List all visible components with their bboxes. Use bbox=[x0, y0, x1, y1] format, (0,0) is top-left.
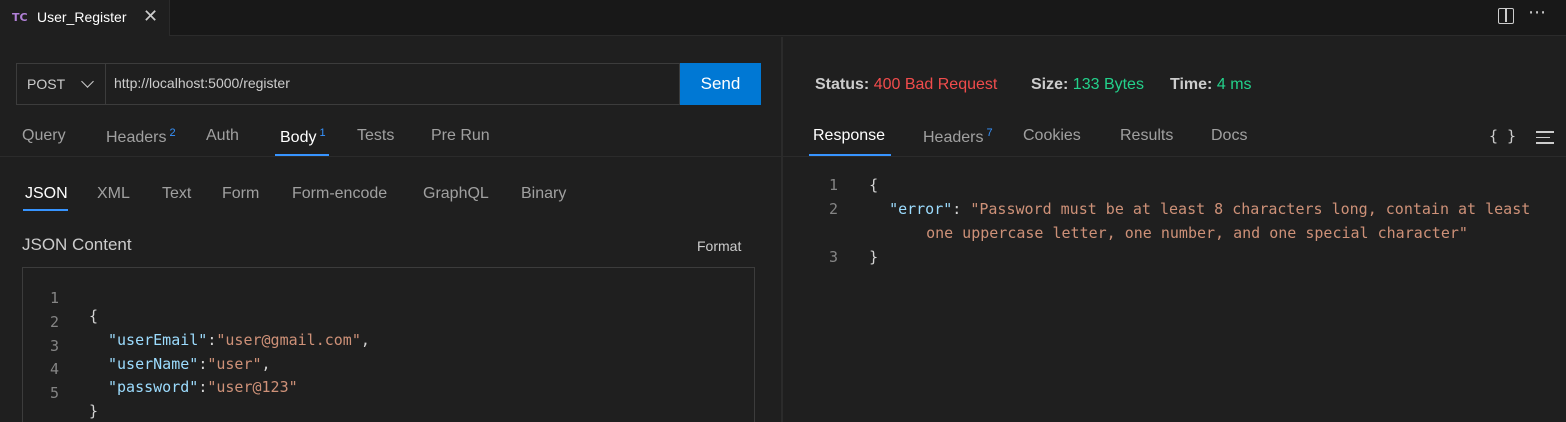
time-value: 4 ms bbox=[1216, 76, 1252, 93]
tab-cookies[interactable]: Cookies bbox=[1023, 127, 1081, 145]
close-icon[interactable]: ✕ bbox=[143, 6, 158, 27]
line-number: 2 bbox=[829, 200, 839, 218]
method-label: POST bbox=[27, 76, 66, 92]
body-count-badge: 1 bbox=[319, 127, 326, 139]
method-select[interactable]: POST bbox=[17, 64, 106, 104]
response-headers-count-badge: 7 bbox=[986, 127, 993, 139]
code-line: 3 "userName":"user", bbox=[23, 319, 753, 373]
tab-response-headers[interactable]: Headers 7 bbox=[923, 127, 993, 147]
response-tabs: Response Headers 7 Cookies Results Docs bbox=[783, 122, 1566, 157]
response-line: 1{ bbox=[800, 158, 878, 194]
editor-tab-bar: TC User_Register ✕ ⋯ bbox=[0, 0, 1566, 36]
active-tab-indicator bbox=[275, 154, 329, 156]
tab-user-register[interactable]: TC User_Register ✕ bbox=[0, 0, 170, 36]
tab-tests[interactable]: Tests bbox=[357, 127, 394, 145]
send-button[interactable]: Send bbox=[680, 63, 761, 105]
body-tab-graphql[interactable]: GraphQL bbox=[423, 185, 489, 203]
tab-docs[interactable]: Docs bbox=[1211, 127, 1247, 145]
size-value: 133 Bytes bbox=[1072, 76, 1144, 93]
line-number: 3 bbox=[829, 248, 839, 266]
tab-body[interactable]: Body 1 bbox=[280, 127, 326, 147]
active-response-tab-indicator bbox=[809, 154, 891, 156]
json-body-editor[interactable]: 1 { 2 "userEmail":"user@gmail.com", 3 "u… bbox=[22, 267, 755, 422]
url-input[interactable] bbox=[114, 75, 674, 91]
response-line: 3} bbox=[800, 230, 878, 266]
time-indicator: Time: 4 ms bbox=[1170, 76, 1252, 93]
size-indicator: Size: 133 Bytes bbox=[1031, 76, 1144, 93]
code-line: 4 "password":"user@123" bbox=[23, 342, 753, 396]
response-line-wrap: one uppercase letter, one number, and on… bbox=[908, 206, 1468, 242]
tab-query[interactable]: Query bbox=[22, 127, 66, 145]
tab-pre-run[interactable]: Pre Run bbox=[431, 127, 490, 145]
split-editor-icon[interactable] bbox=[1498, 8, 1514, 24]
code-line: 2 "userEmail":"user@gmail.com", bbox=[23, 295, 753, 349]
more-actions-icon[interactable]: ⋯ bbox=[1528, 2, 1546, 23]
tab-results[interactable]: Results bbox=[1120, 127, 1173, 145]
headers-count-badge: 2 bbox=[169, 127, 176, 139]
code-line: 1 { bbox=[23, 271, 753, 325]
code-line: 5 } bbox=[23, 366, 753, 420]
body-tab-form-encode[interactable]: Form-encode bbox=[292, 185, 387, 203]
status-value: 400 Bad Request bbox=[873, 76, 998, 93]
response-line: 2 "error": "Password must be at least 8 c… bbox=[800, 182, 1530, 218]
active-body-tab-indicator bbox=[23, 209, 68, 211]
tab-title: User_Register bbox=[37, 9, 127, 25]
json-content-label: JSON Content bbox=[22, 235, 132, 254]
format-button[interactable]: Format bbox=[697, 238, 741, 254]
line-number: 5 bbox=[49, 384, 59, 402]
url-bar: POST bbox=[16, 63, 680, 105]
word-wrap-icon[interactable] bbox=[1536, 131, 1554, 148]
body-tab-form[interactable]: Form bbox=[222, 185, 259, 203]
json-value-continued: one uppercase letter, one number, and on… bbox=[926, 224, 1468, 242]
request-tabs: Query Headers 2 Auth Body 1 Tests Pre Run bbox=[0, 122, 781, 157]
braces-icon[interactable]: { } bbox=[1489, 127, 1516, 145]
body-tab-binary[interactable]: Binary bbox=[521, 185, 566, 203]
thunder-client-icon: TC bbox=[12, 11, 28, 24]
body-tab-text[interactable]: Text bbox=[162, 185, 191, 203]
pane-divider[interactable] bbox=[781, 37, 783, 422]
body-tab-json[interactable]: JSON bbox=[25, 185, 68, 203]
tab-response[interactable]: Response bbox=[813, 127, 885, 145]
tab-headers[interactable]: Headers 2 bbox=[106, 127, 176, 147]
body-tab-xml[interactable]: XML bbox=[97, 185, 130, 203]
chevron-down-icon bbox=[81, 75, 94, 88]
tab-auth[interactable]: Auth bbox=[206, 127, 239, 145]
status-indicator: Status: 400 Bad Request bbox=[815, 76, 998, 93]
